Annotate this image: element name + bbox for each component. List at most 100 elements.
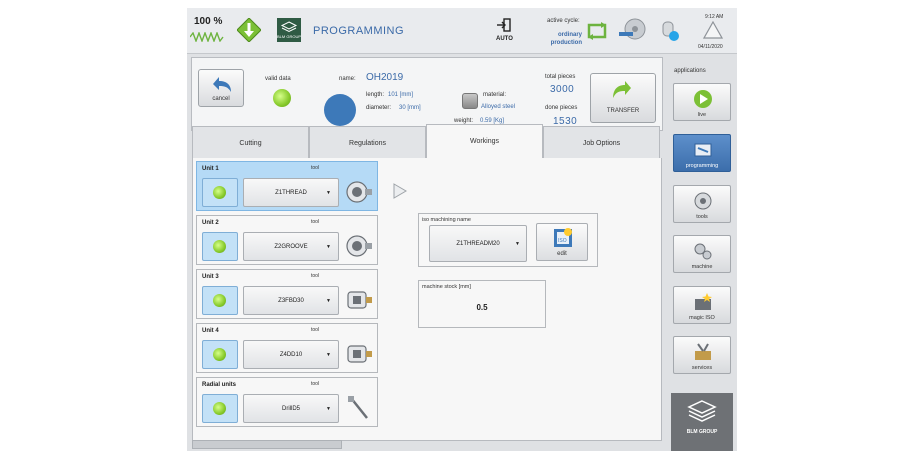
tool-select[interactable]: DrillD5 ▼ bbox=[243, 394, 339, 423]
saw-blade-icon bbox=[619, 18, 646, 40]
valid-data-label: valid data bbox=[265, 76, 291, 82]
sidebar-item-programming[interactable]: programming bbox=[673, 134, 731, 172]
unit-tool-label: tool bbox=[311, 219, 320, 225]
clock-date: 04/11/2020 bbox=[698, 44, 723, 50]
unit-row-4[interactable]: Unit 4 tool Z4DD10 ▼ bbox=[196, 323, 378, 373]
workings-panel: Unit 1 tool Z1THREAD ▼ Unit 2 tool Z2GROO… bbox=[192, 158, 662, 441]
unit-row-2[interactable]: Unit 2 tool Z2GROOVE ▼ bbox=[196, 215, 378, 265]
iso-edit-icon: ISO bbox=[554, 228, 572, 247]
horizontal-scrollbar[interactable] bbox=[192, 440, 342, 449]
chevron-down-icon: ▼ bbox=[326, 190, 331, 196]
gears-icon bbox=[694, 243, 712, 260]
active-cycle-value-2: production bbox=[550, 40, 582, 46]
tool-select[interactable]: Z4DD10 ▼ bbox=[243, 340, 339, 369]
length-label: length: bbox=[366, 92, 385, 98]
unit-enable-button[interactable] bbox=[202, 340, 238, 369]
undo-icon bbox=[213, 77, 231, 92]
header-bar: 100 % BLM GROUP PROGRAMMING AUTO active … bbox=[187, 8, 737, 54]
warning-triangle-icon[interactable] bbox=[703, 21, 723, 39]
transfer-label: TRANSFER bbox=[606, 108, 640, 114]
cycle-arrows-icon[interactable] bbox=[587, 21, 607, 41]
active-cycle-value-1: ordinary bbox=[557, 32, 582, 38]
footer-logo: BLM GROUP bbox=[671, 393, 733, 451]
tab-workings[interactable]: Workings bbox=[426, 124, 543, 159]
unit-name: Radial units bbox=[202, 382, 237, 388]
bell-icon[interactable] bbox=[659, 19, 683, 43]
unit-tool-label: tool bbox=[311, 381, 320, 387]
transfer-arrow-icon bbox=[613, 81, 631, 98]
unit-name: Unit 3 bbox=[202, 274, 219, 280]
material-value: Alloyed steel bbox=[481, 104, 516, 110]
mode-label: AUTO bbox=[496, 36, 513, 42]
iso-machining-select[interactable]: Z1THREADM20 ▼ bbox=[429, 225, 527, 262]
selection-arrow-icon bbox=[393, 183, 407, 199]
edit-iso-button[interactable]: ISO edit bbox=[536, 223, 588, 261]
magic-iso-icon bbox=[695, 293, 712, 310]
unit-status-led bbox=[213, 186, 226, 199]
material-swatch bbox=[462, 93, 478, 109]
part-info-panel: cancel valid data name: OH2019 length: 1… bbox=[191, 57, 663, 131]
machine-stock-group: machine stock [mm] 0.5 bbox=[418, 280, 546, 328]
sidebar-item-live[interactable]: live bbox=[673, 83, 731, 121]
unit-row-radial[interactable]: Radial units tool DrillD5 ▼ bbox=[196, 377, 378, 427]
tab-job-options[interactable]: Job Options bbox=[543, 126, 660, 159]
unit-status-led bbox=[213, 402, 226, 415]
footer-logo-label: BLM GROUP bbox=[686, 429, 718, 435]
unit-row-3[interactable]: Unit 3 tool Z3FBD30 ▼ bbox=[196, 269, 378, 319]
diameter-value: 30 [mm] bbox=[399, 105, 421, 111]
page-title: PROGRAMMING bbox=[313, 25, 405, 37]
iso-machining-value: Z1THREADM20 bbox=[456, 241, 500, 247]
sidebar-item-machine[interactable]: machine bbox=[673, 235, 731, 273]
unit-row-1[interactable]: Unit 1 tool Z1THREAD ▼ bbox=[196, 161, 378, 211]
unit-status-led bbox=[213, 348, 226, 361]
iso-machining-group: iso machining name Z1THREADM20 ▼ ISO edit bbox=[418, 213, 598, 267]
tool-select-value: DrillD5 bbox=[282, 406, 300, 412]
drill-bit-icon bbox=[348, 396, 368, 419]
sidebar-item-label: live bbox=[697, 112, 707, 118]
cancel-button[interactable]: cancel bbox=[198, 69, 244, 107]
unit-name: Unit 4 bbox=[202, 328, 219, 334]
sidebar-item-tools[interactable]: tools bbox=[673, 185, 731, 223]
machine-stock-title: machine stock [mm] bbox=[422, 284, 471, 290]
tool-select-value: Z4DD10 bbox=[279, 352, 303, 358]
unit-tool-label: tool bbox=[311, 327, 320, 333]
machine-stock-value[interactable]: 0.5 bbox=[419, 303, 545, 312]
length-value: 101 [mm] bbox=[388, 92, 414, 98]
transfer-button[interactable]: TRANSFER bbox=[590, 73, 656, 123]
sidebar-item-magic-iso[interactable]: magic ISO bbox=[673, 286, 731, 324]
unit-status-led bbox=[213, 294, 226, 307]
sidebar-item-label: services bbox=[691, 365, 713, 371]
unit-enable-button[interactable] bbox=[202, 286, 238, 315]
unit-enable-button[interactable] bbox=[202, 394, 238, 423]
app-window: 100 % BLM GROUP PROGRAMMING AUTO active … bbox=[187, 8, 737, 451]
sidebar-item-services[interactable]: services bbox=[673, 336, 731, 374]
play-icon bbox=[694, 90, 712, 108]
logo-label: BLM GROUP bbox=[277, 34, 302, 39]
tool-select[interactable]: Z3FBD30 ▼ bbox=[243, 286, 339, 315]
unit-tool-label: tool bbox=[311, 165, 320, 171]
sidebar-item-label: magic ISO bbox=[689, 315, 715, 321]
programming-icon bbox=[694, 143, 712, 157]
tab-regulations[interactable]: Regulations bbox=[309, 126, 426, 159]
status-diamond-icon[interactable] bbox=[237, 18, 261, 42]
cancel-label: cancel bbox=[212, 96, 230, 102]
chevron-down-icon: ▼ bbox=[515, 241, 520, 247]
grooving-head-icon bbox=[346, 235, 372, 257]
drilling-head-icon bbox=[347, 345, 372, 363]
unit-enable-button[interactable] bbox=[202, 178, 238, 207]
material-label: material: bbox=[483, 92, 507, 98]
unit-tool-label: tool bbox=[311, 273, 320, 279]
facing-head-icon bbox=[347, 291, 372, 309]
tool-select-value: Z3FBD30 bbox=[278, 298, 304, 304]
threading-head-icon bbox=[346, 181, 372, 203]
auto-mode-icon[interactable] bbox=[496, 18, 512, 32]
name-label: name: bbox=[339, 76, 356, 82]
part-name[interactable]: OH2019 bbox=[366, 72, 403, 83]
part-shape-icon bbox=[324, 94, 356, 126]
iso-machining-title: iso machining name bbox=[422, 217, 471, 223]
tool-select[interactable]: Z2GROOVE ▼ bbox=[243, 232, 339, 261]
unit-enable-button[interactable] bbox=[202, 232, 238, 261]
blm-logo: BLM GROUP bbox=[277, 18, 301, 42]
tab-cutting[interactable]: Cutting bbox=[192, 126, 309, 159]
tool-select[interactable]: Z1THREAD ▼ bbox=[243, 178, 339, 207]
